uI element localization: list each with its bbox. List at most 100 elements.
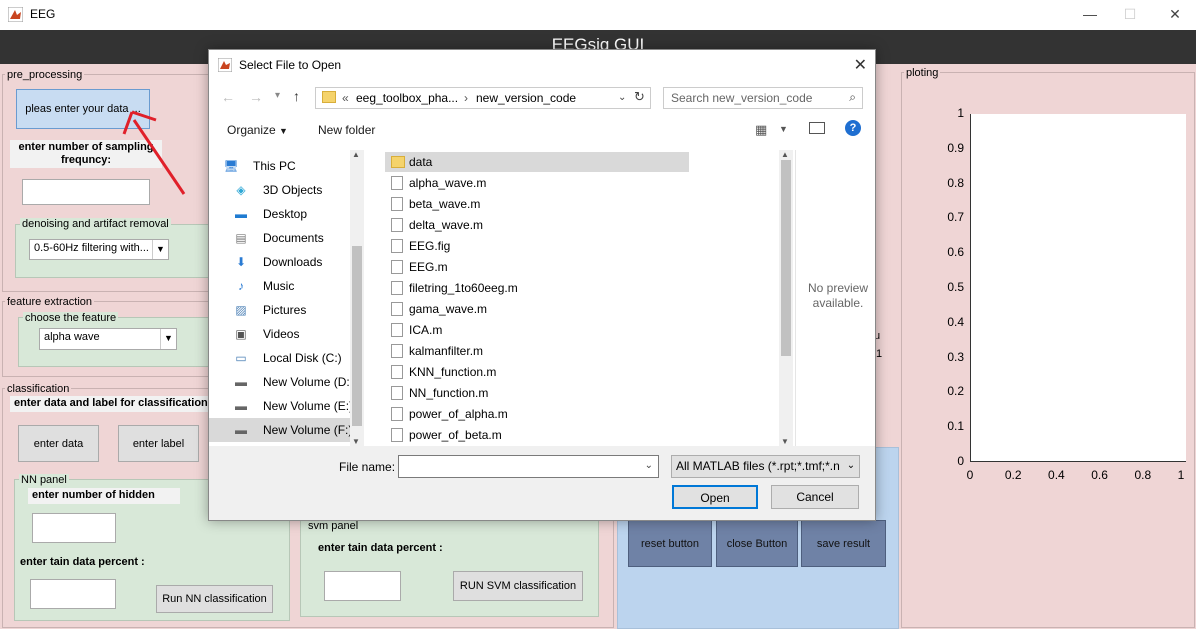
- file-icon: [391, 302, 403, 316]
- view-grid-icon[interactable]: ▦: [755, 122, 767, 138]
- chevron-down-icon[interactable]: ⌄: [618, 92, 626, 103]
- save-result-button[interactable]: save result: [801, 520, 886, 567]
- help-icon[interactable]: ?: [845, 120, 861, 136]
- file-item[interactable]: EEG.m: [385, 257, 689, 277]
- nn-train-label: enter tain data percent :: [20, 556, 145, 568]
- nn-train-input[interactable]: [30, 579, 116, 609]
- pc-icon: 🖥: [223, 159, 239, 173]
- file-item[interactable]: filetring_1to60eeg.m: [385, 278, 689, 298]
- file-name: alpha_wave.m: [409, 176, 487, 190]
- nav-item-label: Pictures: [263, 303, 307, 317]
- close-icon[interactable]: ✕: [854, 55, 867, 75]
- y-tick-label: 0.8: [947, 175, 964, 190]
- cancel-button[interactable]: Cancel: [771, 485, 859, 509]
- chevron-down-icon[interactable]: ⌄: [645, 460, 653, 471]
- file-icon: [391, 323, 403, 337]
- desktop-icon: ▬: [235, 207, 247, 221]
- up-arrow-icon[interactable]: ↑: [293, 88, 300, 104]
- enter-data-class-button[interactable]: enter data: [18, 425, 99, 462]
- nn-hidden-label: enter number of hidden: [28, 488, 180, 504]
- view-chevron-icon[interactable]: ▼: [779, 124, 788, 134]
- maximize-icon[interactable]: ☐: [1115, 3, 1145, 25]
- y-tick-label: 0.3: [947, 349, 964, 364]
- nav-scrollbar[interactable]: ▲ ▼: [350, 150, 364, 446]
- feature-select[interactable]: alpha wave ▼: [39, 328, 177, 350]
- address-bar[interactable]: « eeg_toolbox_pha... › new_version_code …: [315, 87, 651, 109]
- x-tick-label: 0.2: [1004, 468, 1022, 482]
- nav-item-label: Downloads: [263, 255, 323, 269]
- search-icon: ⌕: [849, 90, 856, 104]
- file-item[interactable]: alpha_wave.m: [385, 173, 689, 193]
- file-item[interactable]: ICA.m: [385, 320, 689, 340]
- plot-axes: [970, 114, 1186, 462]
- new-folder-button[interactable]: New folder: [318, 123, 375, 137]
- file-item[interactable]: power_of_beta.m: [385, 425, 689, 445]
- search-input[interactable]: Search new_version_code ⌕: [663, 87, 863, 109]
- nav-item[interactable]: ▬ New Volume (E:): [209, 394, 354, 418]
- y-tick-label: 0.5: [947, 280, 964, 294]
- svm-train-input[interactable]: [324, 571, 401, 601]
- refresh-icon[interactable]: ↻: [634, 89, 645, 105]
- file-item[interactable]: power_of_alpha.m: [385, 404, 689, 424]
- nav-item[interactable]: ▨ Pictures: [209, 298, 354, 322]
- file-item[interactable]: gama_wave.m: [385, 299, 689, 319]
- denoise-select[interactable]: 0.5-60Hz filtering with... ▼: [29, 239, 169, 260]
- file-item[interactable]: beta_wave.m: [385, 194, 689, 214]
- file-item[interactable]: kalmanfilter.m: [385, 341, 689, 361]
- y-tick-label: 1: [957, 106, 964, 120]
- pictures-icon: ▨: [235, 303, 247, 317]
- classification-label: enter data and label for classification: [10, 396, 210, 412]
- recent-chevron-icon[interactable]: ▾: [275, 90, 280, 101]
- 3d-objects-icon: ◈: [236, 183, 246, 197]
- run-nn-button[interactable]: Run NN classification: [156, 585, 273, 613]
- organize-menu[interactable]: Organize ▼: [227, 123, 288, 137]
- file-item[interactable]: NN_function.m: [385, 383, 689, 403]
- file-icon: [391, 344, 403, 358]
- nav-item[interactable]: ▣ Videos: [209, 322, 354, 346]
- breadcrumb-item-1[interactable]: eeg_toolbox_pha...: [356, 91, 458, 105]
- file-item[interactable]: data: [385, 152, 689, 172]
- drive-icon: ▬: [235, 375, 247, 389]
- filename-input[interactable]: ⌄: [398, 455, 659, 478]
- open-button[interactable]: Open: [672, 485, 758, 509]
- forward-arrow-icon[interactable]: →: [249, 89, 263, 105]
- nn-hidden-input[interactable]: [32, 513, 116, 543]
- y-tick-label: 0.1: [947, 419, 964, 434]
- reset-button[interactable]: reset button: [628, 520, 712, 567]
- enter-label-button[interactable]: enter label: [118, 425, 199, 462]
- close-icon[interactable]: ✕: [1160, 3, 1190, 25]
- organize-label: Organize: [227, 123, 276, 137]
- file-icon: [391, 218, 403, 232]
- file-item[interactable]: KNN_function.m: [385, 362, 689, 382]
- nav-item[interactable]: ♪ Music: [209, 274, 354, 298]
- dialog-titlebar: Select File to Open ✕: [209, 50, 875, 80]
- nav-item-label: This PC: [253, 159, 296, 173]
- file-icon: [391, 407, 403, 421]
- file-list-scrollbar[interactable]: ▲ ▼: [779, 150, 793, 446]
- breadcrumb-separator: ›: [464, 91, 468, 105]
- close-button[interactable]: close Button: [716, 520, 798, 567]
- nav-item[interactable]: ▬ Desktop: [209, 202, 354, 226]
- preview-pane-icon[interactable]: [809, 122, 825, 134]
- nav-item[interactable]: ▬ New Volume (F:): [209, 418, 354, 442]
- disk-icon: ▭: [235, 351, 247, 365]
- nav-item[interactable]: ▤ Documents: [209, 226, 354, 250]
- x-tick-label: 0.6: [1091, 468, 1108, 482]
- nav-item[interactable]: ⬇ Downloads: [209, 250, 354, 274]
- file-item[interactable]: EEG.fig: [385, 236, 689, 256]
- back-arrow-icon[interactable]: ←: [221, 89, 235, 105]
- filetype-select[interactable]: All MATLAB files (*.rpt;*.tmf;*.n ⌄: [671, 455, 860, 478]
- nav-item[interactable]: ◈ 3D Objects: [209, 178, 354, 202]
- minimize-icon[interactable]: —: [1075, 3, 1105, 25]
- nav-item[interactable]: ▭ Local Disk (C:): [209, 346, 354, 370]
- nav-item[interactable]: ▬ New Volume (D:: [209, 370, 354, 394]
- nav-item[interactable]: 🖥 This PC: [209, 154, 354, 178]
- folder-icon: [391, 156, 405, 168]
- feature-title: feature extraction: [5, 296, 94, 308]
- breadcrumb-item-2[interactable]: new_version_code: [476, 91, 576, 105]
- svm-train-label: enter tain data percent :: [318, 542, 443, 554]
- file-item[interactable]: delta_wave.m: [385, 215, 689, 235]
- drive-icon: ▬: [235, 399, 247, 413]
- run-svm-button[interactable]: RUN SVM classification: [453, 571, 583, 601]
- nav-item-label: Local Disk (C:): [263, 351, 342, 365]
